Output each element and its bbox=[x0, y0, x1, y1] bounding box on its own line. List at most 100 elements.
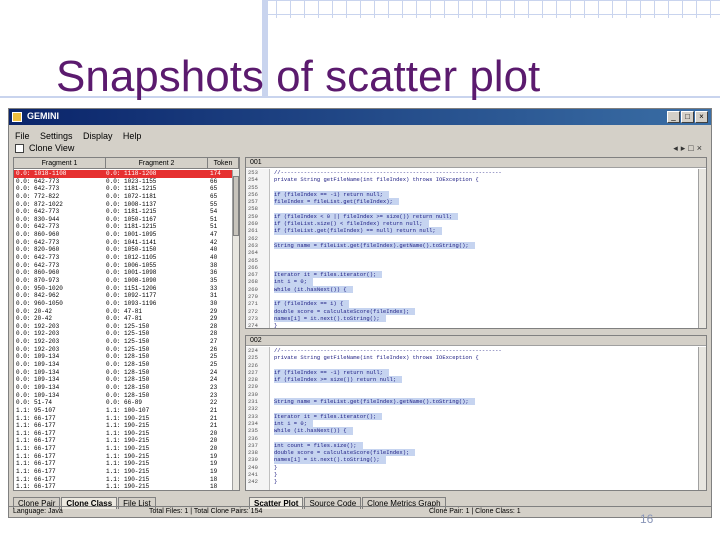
table-row[interactable]: 0.0: 1018-1108 0.0: 1118-1208 174 bbox=[14, 170, 232, 178]
cell-fragment-2: 0.0: 128-150 bbox=[106, 383, 150, 391]
code-file-top: 001 bbox=[250, 159, 262, 166]
table-row[interactable]: 1.1: 66-177 1.1: 190-215 18 bbox=[14, 476, 232, 484]
code-text: Iterator it = files.iterator(); bbox=[274, 412, 383, 420]
table-row[interactable]: 0.0: 109-134 0.0: 128-150 23 bbox=[14, 392, 232, 400]
code-line: 235 while (it.hasNext()) { bbox=[246, 427, 696, 435]
table-row[interactable]: 0.0: 642-773 0.0: 1012-1105 40 bbox=[14, 254, 232, 262]
line-number: 255 bbox=[248, 183, 258, 191]
close-button[interactable]: × bbox=[695, 111, 708, 123]
cell-fragment-1: 0.0: 109-134 bbox=[16, 383, 60, 391]
code-scrollbar-bottom[interactable] bbox=[698, 347, 706, 490]
cell-fragment-2: 0.0: 1001-1095 bbox=[106, 231, 157, 239]
header-fragment-1[interactable]: Fragment 1 bbox=[14, 158, 106, 169]
code-text: while (it.hasNext()) { bbox=[274, 285, 353, 294]
table-row[interactable]: 0.0: 20-42 0.0: 47-81 29 bbox=[14, 308, 232, 316]
table-row[interactable]: 0.0: 642-773 0.0: 1006-1055 38 bbox=[14, 262, 232, 270]
clone-view-label: Clone View bbox=[29, 143, 75, 153]
cell-token-size: 24 bbox=[210, 368, 218, 376]
table-row[interactable]: 0.0: 642-773 0.0: 1181-1215 54 bbox=[14, 208, 232, 216]
code-text: names[i] = it.next().toString(); bbox=[274, 314, 386, 323]
table-row[interactable]: 0.0: 860-960 0.0: 1001-1098 36 bbox=[14, 269, 232, 277]
code-text: if (fileIndex == i) { bbox=[274, 300, 350, 308]
cell-fragment-1: 0.0: 109-134 bbox=[16, 361, 60, 369]
menu-help[interactable]: Help bbox=[123, 131, 142, 141]
table-row[interactable]: 0.0: 830-944 0.0: 1050-1167 51 bbox=[14, 216, 232, 224]
menu-settings[interactable]: Settings bbox=[40, 131, 73, 141]
minimize-button[interactable]: _ bbox=[667, 111, 680, 123]
clone-view-checkbox[interactable] bbox=[15, 144, 24, 153]
table-row[interactable]: 0.0: 109-134 0.0: 128-150 23 bbox=[14, 384, 232, 392]
line-number: 226 bbox=[248, 361, 258, 369]
cell-fragment-2: 0.0: 1012-1105 bbox=[106, 254, 157, 262]
table-row[interactable]: 0.0: 950-1020 0.0: 1151-1206 33 bbox=[14, 285, 232, 293]
table-row[interactable]: 1.1: 66-177 1.1: 190-215 19 bbox=[14, 468, 232, 476]
code-line: 234 int i = 0; bbox=[246, 419, 696, 428]
cell-token-size: 29 bbox=[210, 315, 218, 323]
code-line: 254 private String getFileName(int fileIn… bbox=[246, 176, 696, 183]
table-row[interactable]: 0.0: 109-134 0.0: 128-150 25 bbox=[14, 353, 232, 361]
code-text: if (fileIndex == -1) return null; bbox=[274, 190, 389, 199]
code-line: 256 if (fileIndex == -1) return null; bbox=[246, 190, 696, 199]
code-line: 257 fileIndex = fileList.get(fileIndex); bbox=[246, 198, 696, 206]
table-row[interactable]: 1.1: 66-177 1.1: 190-215 20 bbox=[14, 437, 232, 445]
line-number: 229 bbox=[248, 383, 258, 391]
table-scroll-thumb[interactable] bbox=[233, 176, 239, 236]
table-row[interactable]: 0.0: 860-960 0.0: 1001-1095 47 bbox=[14, 231, 232, 239]
table-row[interactable]: 0.0: 192-203 0.0: 125-150 28 bbox=[14, 323, 232, 331]
cell-fragment-2: 0.0: 125-150 bbox=[106, 338, 150, 346]
line-number: 261 bbox=[248, 227, 258, 235]
table-row[interactable]: 0.0: 872-1022 0.0: 1008-1137 55 bbox=[14, 201, 232, 209]
table-row[interactable]: 0.0: 109-134 0.0: 128-150 24 bbox=[14, 376, 232, 384]
table-row[interactable]: 0.0: 109-134 0.0: 128-150 25 bbox=[14, 361, 232, 369]
window-titlebar[interactable]: GEMINI _ □ × bbox=[9, 109, 711, 125]
table-row[interactable]: 0.0: 192-203 0.0: 125-150 26 bbox=[14, 346, 232, 354]
code-scrollbar-top[interactable] bbox=[698, 169, 706, 328]
cell-fragment-1: 1.1: 66-177 bbox=[16, 483, 56, 491]
panel-control-icons[interactable]: ◂▸□× bbox=[673, 143, 705, 154]
cell-fragment-1: 0.0: 192-203 bbox=[16, 338, 60, 346]
header-token-size[interactable]: Token Size bbox=[208, 158, 239, 178]
code-text: int i = 0; bbox=[274, 419, 314, 428]
cell-token-size: 25 bbox=[210, 353, 218, 361]
code-line: 253 //-----------------------------------… bbox=[246, 169, 696, 176]
line-number: 269 bbox=[248, 285, 258, 293]
cell-token-size: 31 bbox=[210, 292, 218, 300]
table-row[interactable]: 0.0: 192-203 0.0: 125-150 27 bbox=[14, 338, 232, 346]
line-number: 263 bbox=[248, 241, 258, 249]
table-row[interactable]: 1.1: 66-177 1.1: 190-215 19 bbox=[14, 460, 232, 468]
table-row[interactable]: 0.0: 842-962 0.0: 1092-1177 31 bbox=[14, 292, 232, 300]
code-line: 272 double score = calculateScore(fileIn… bbox=[246, 307, 696, 315]
code-line: 270 bbox=[246, 293, 696, 300]
table-row[interactable]: 1.1: 66-177 1.1: 190-215 21 bbox=[14, 415, 232, 423]
cell-fragment-1: 1.1: 66-177 bbox=[16, 452, 56, 460]
cell-token-size: 29 bbox=[210, 307, 218, 315]
table-row[interactable]: 0.0: 51-74 0.0: 66-89 22 bbox=[14, 399, 232, 407]
code-line: 230 bbox=[246, 391, 696, 398]
table-row[interactable]: 1.1: 66-177 1.1: 190-215 21 bbox=[14, 422, 232, 430]
header-fragment-2[interactable]: Fragment 2 bbox=[106, 158, 208, 169]
table-row[interactable]: 0.0: 109-134 0.0: 128-150 24 bbox=[14, 369, 232, 377]
table-scrollbar[interactable] bbox=[232, 170, 239, 490]
table-row[interactable]: 0.0: 20-42 0.0: 47-81 29 bbox=[14, 315, 232, 323]
table-row[interactable]: 1.1: 95-107 1.1: 100-107 21 bbox=[14, 407, 232, 415]
code-line: 225 private String getFileName(int fileIn… bbox=[246, 354, 696, 361]
menu-display[interactable]: Display bbox=[83, 131, 113, 141]
line-number: 235 bbox=[248, 427, 258, 435]
table-row[interactable]: 0.0: 192-203 0.0: 125-150 28 bbox=[14, 330, 232, 338]
code-text: double score = calculateScore(fileIndex)… bbox=[274, 449, 416, 457]
table-row[interactable]: 0.0: 772-822 0.0: 1072-1181 65 bbox=[14, 193, 232, 201]
table-row[interactable]: 1.1: 66-177 1.1: 190-215 18 bbox=[14, 483, 232, 491]
table-row[interactable]: 1.1: 66-177 1.1: 190-215 19 bbox=[14, 453, 232, 461]
table-row[interactable]: 0.0: 820-960 0.0: 1050-1150 40 bbox=[14, 246, 232, 254]
table-row[interactable]: 0.0: 642-773 0.0: 1023-1155 66 bbox=[14, 178, 232, 186]
table-row[interactable]: 0.0: 870-973 0.0: 1008-1090 35 bbox=[14, 277, 232, 285]
table-row[interactable]: 0.0: 642-773 0.0: 1181-1215 65 bbox=[14, 185, 232, 193]
cell-fragment-1: 1.1: 66-177 bbox=[16, 437, 56, 445]
menu-file[interactable]: File bbox=[15, 131, 30, 141]
table-row[interactable]: 0.0: 642-773 0.0: 1181-1215 51 bbox=[14, 223, 232, 231]
table-row[interactable]: 1.1: 66-177 1.1: 190-215 20 bbox=[14, 430, 232, 438]
table-row[interactable]: 1.1: 66-177 1.1: 190-215 20 bbox=[14, 445, 232, 453]
table-row[interactable]: 0.0: 642-773 0.0: 1041-1141 42 bbox=[14, 239, 232, 247]
maximize-button[interactable]: □ bbox=[681, 111, 694, 123]
table-row[interactable]: 0.0: 960-1050 0.0: 1093-1196 30 bbox=[14, 300, 232, 308]
